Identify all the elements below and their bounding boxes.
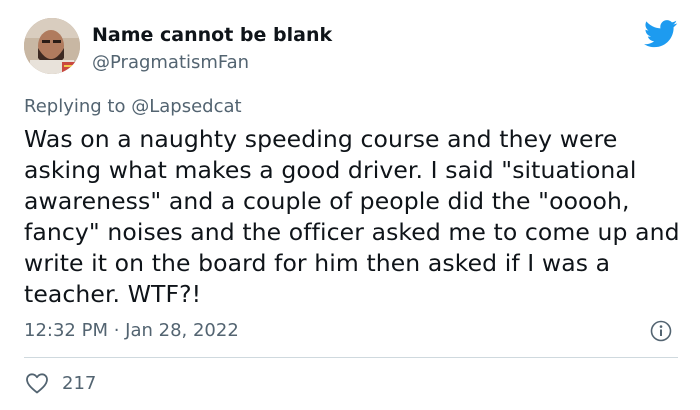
divider <box>24 357 678 358</box>
replying-to-label: Replying to <box>24 96 126 117</box>
avatar-image <box>24 18 80 74</box>
author-display-name[interactable]: Name cannot be blank <box>92 24 332 46</box>
like-count: 217 <box>62 373 97 394</box>
heart-icon[interactable] <box>25 372 49 394</box>
tweet-timestamp[interactable]: 12:32 PM · Jan 28, 2022 <box>24 320 239 341</box>
replying-to: Replying to @Lapsedcat <box>24 96 242 117</box>
avatar[interactable] <box>24 18 80 74</box>
twitter-bird-icon[interactable] <box>644 20 678 48</box>
info-icon[interactable] <box>650 320 672 342</box>
reply-mention-link[interactable]: @Lapsedcat <box>131 96 241 117</box>
author-handle[interactable]: @PragmatismFan <box>92 52 249 73</box>
tweet-card: Name cannot be blank @PragmatismFan Repl… <box>0 0 700 410</box>
tweet-text: Was on a naughty speeding course and the… <box>24 125 680 308</box>
